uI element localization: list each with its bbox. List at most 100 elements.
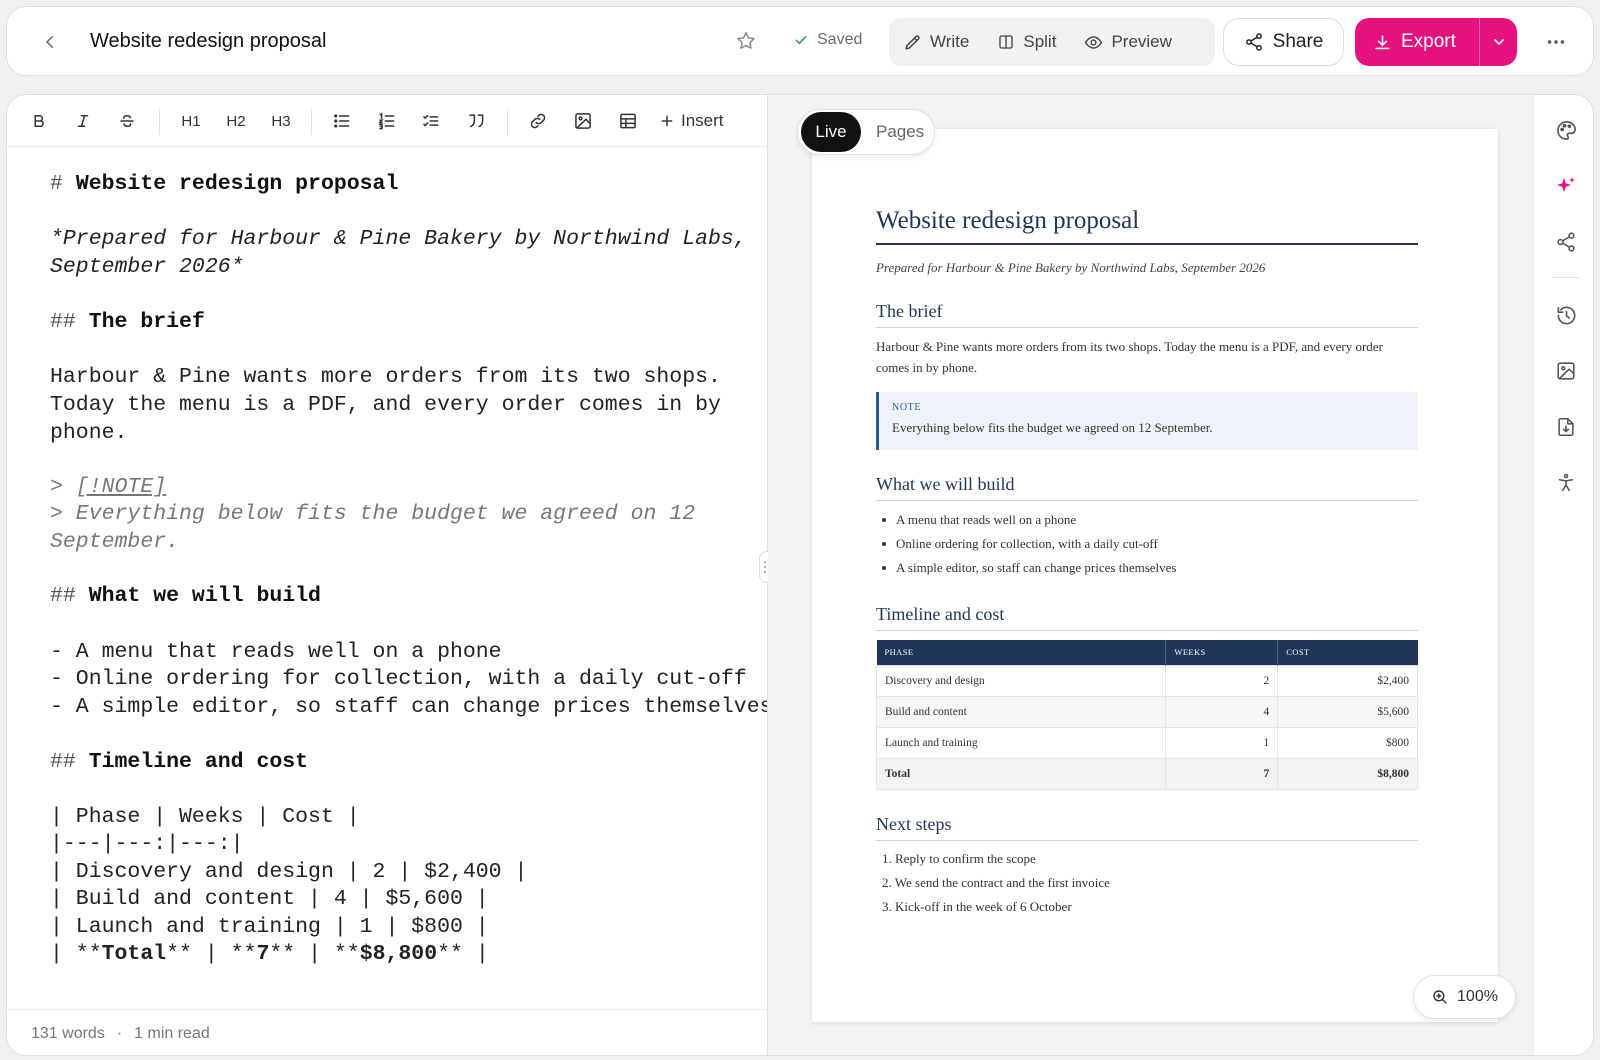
checklist-icon (423, 114, 439, 127)
source-line-h2: ## Timeline and cost (50, 748, 308, 776)
read-time: 1 min read (134, 1024, 210, 1042)
table-row: Discovery and design 2 $2,400 (875, 664, 1418, 697)
share-label: Share (1272, 31, 1324, 52)
section-heading: Next steps (876, 814, 952, 834)
media-button[interactable] (1553, 358, 1579, 384)
document-title[interactable]: Website redesign proposal (90, 30, 326, 53)
source-line-quote: > [!NOTE] (50, 473, 166, 501)
accessibility-button[interactable] (1553, 470, 1579, 496)
source-fragment-bold: 7 (256, 942, 270, 966)
italic-button[interactable] (71, 109, 95, 133)
ai-assist-button[interactable] (1553, 173, 1579, 199)
star-icon (737, 32, 755, 49)
source-fragment: ** | ** (166, 942, 257, 966)
list-item: A menu that reads well on a phone (882, 512, 1076, 528)
source-line: September 2026* (50, 255, 244, 279)
pages-toggle-button[interactable]: Pages (861, 122, 924, 142)
more-options-button[interactable] (1545, 31, 1567, 53)
favorite-button[interactable] (735, 30, 757, 52)
source-line: | Phase | Weeks | Cost | (50, 805, 360, 829)
section-rule (876, 630, 1418, 631)
link-button[interactable] (526, 109, 550, 133)
mode-preview-button[interactable]: Preview (1070, 18, 1185, 66)
strikethrough-button[interactable] (115, 109, 139, 133)
table-cell: $2,400 (1277, 664, 1418, 697)
note-tag: [!NOTE] (75, 475, 167, 499)
split-icon (999, 35, 1014, 49)
history-button[interactable] (1553, 302, 1579, 328)
bullet-list-button[interactable] (330, 109, 354, 133)
heading-1-button[interactable]: H1 (177, 109, 205, 133)
sparkle-icon (1557, 177, 1575, 192)
mode-split-button[interactable]: Split (983, 18, 1070, 66)
source-line: phone. (50, 421, 128, 445)
heading-marker: ## (50, 750, 89, 774)
back-button[interactable] (37, 29, 63, 55)
note-callout: NOTE Everything below fits the budget we… (876, 392, 1418, 450)
heading-marker: # (50, 172, 76, 196)
mode-write-button[interactable]: Write (889, 18, 983, 66)
live-toggle-button[interactable]: Live (801, 112, 861, 152)
source-line-h2: ## The brief (50, 308, 205, 336)
check-icon (795, 35, 807, 45)
list-item: 3. Kick-off in the week of 6 October (882, 899, 1072, 914)
source-line: | Build and content | 4 | $5,600 | (50, 887, 489, 911)
cost-table: PHASE WEEKS COST Discovery and design 2 … (875, 640, 1418, 790)
table-cell: $5,600 (1277, 695, 1418, 728)
download-file-button[interactable] (1553, 414, 1579, 440)
table-cell: 7 (1165, 757, 1279, 790)
insert-button[interactable]: Insert (659, 109, 735, 133)
view-mode-switcher: Write Split Preview (889, 18, 1215, 66)
back-chevron-icon (46, 36, 53, 48)
preview-page: Website redesign proposal Prepared for H… (812, 129, 1498, 1022)
heading-marker: ## (50, 584, 89, 608)
export-options-button[interactable] (1479, 18, 1517, 66)
source-line-quote: September. (50, 530, 180, 554)
share-button[interactable]: Share (1223, 18, 1344, 66)
heading-text: Timeline and cost (88, 750, 309, 774)
source-line: |---|---:|---:| (50, 832, 244, 856)
right-tool-rail (1533, 95, 1593, 1055)
checklist-button[interactable] (419, 109, 443, 133)
table-cell: 1 (1165, 726, 1279, 759)
theme-button[interactable] (1553, 117, 1579, 143)
toolbar-divider (507, 109, 508, 135)
source-fragment: ** | ** (269, 942, 360, 966)
image-icon (575, 113, 591, 129)
bullet-list-icon (334, 114, 350, 128)
image-button[interactable] (571, 109, 595, 133)
zoom-button[interactable]: 100% (1413, 975, 1516, 1019)
quote-button[interactable] (464, 109, 488, 133)
export-button[interactable]: Export (1355, 18, 1479, 66)
list-item: 2. We send the contract and the first in… (882, 875, 1110, 890)
table-total-row: Total 7 $8,800 (875, 757, 1418, 790)
heading-text: What we will build (88, 584, 321, 608)
source-line: - Online ordering for collection, with a… (50, 667, 747, 691)
table-button[interactable] (616, 109, 640, 133)
toolbar-divider (311, 109, 312, 135)
source-line: - A menu that reads well on a phone (50, 640, 502, 664)
brief-paragraph: Harbour & Pine wants more orders from it… (876, 339, 1383, 375)
source-fragment-bold: Total (101, 942, 167, 966)
section-rule (876, 500, 1418, 501)
source-line: | Discovery and design | 2 | $2,400 | (50, 860, 528, 884)
bold-button[interactable] (27, 109, 51, 133)
numbered-list-button[interactable] (375, 109, 399, 133)
column-header: WEEKS (1165, 640, 1279, 665)
table-cell: Total (875, 757, 1167, 790)
table-header-row: PHASE WEEKS COST (876, 640, 1418, 665)
rail-share-button[interactable] (1553, 229, 1579, 255)
palette-icon (1556, 120, 1576, 140)
heading-3-button[interactable]: H3 (267, 109, 295, 133)
table-cell: $8,800 (1277, 757, 1418, 790)
source-fragment: ** | (437, 942, 489, 966)
heading-text: Website redesign proposal (75, 172, 399, 196)
mode-preview-label: Preview (1111, 32, 1172, 51)
saved-label: Saved (817, 31, 863, 48)
section-heading: The brief (876, 301, 943, 321)
heading-2-button[interactable]: H2 (222, 109, 250, 133)
pencil-icon (905, 34, 920, 50)
link-icon (530, 113, 546, 129)
download-icon (1375, 34, 1390, 49)
section-heading: What we will build (876, 474, 1015, 494)
